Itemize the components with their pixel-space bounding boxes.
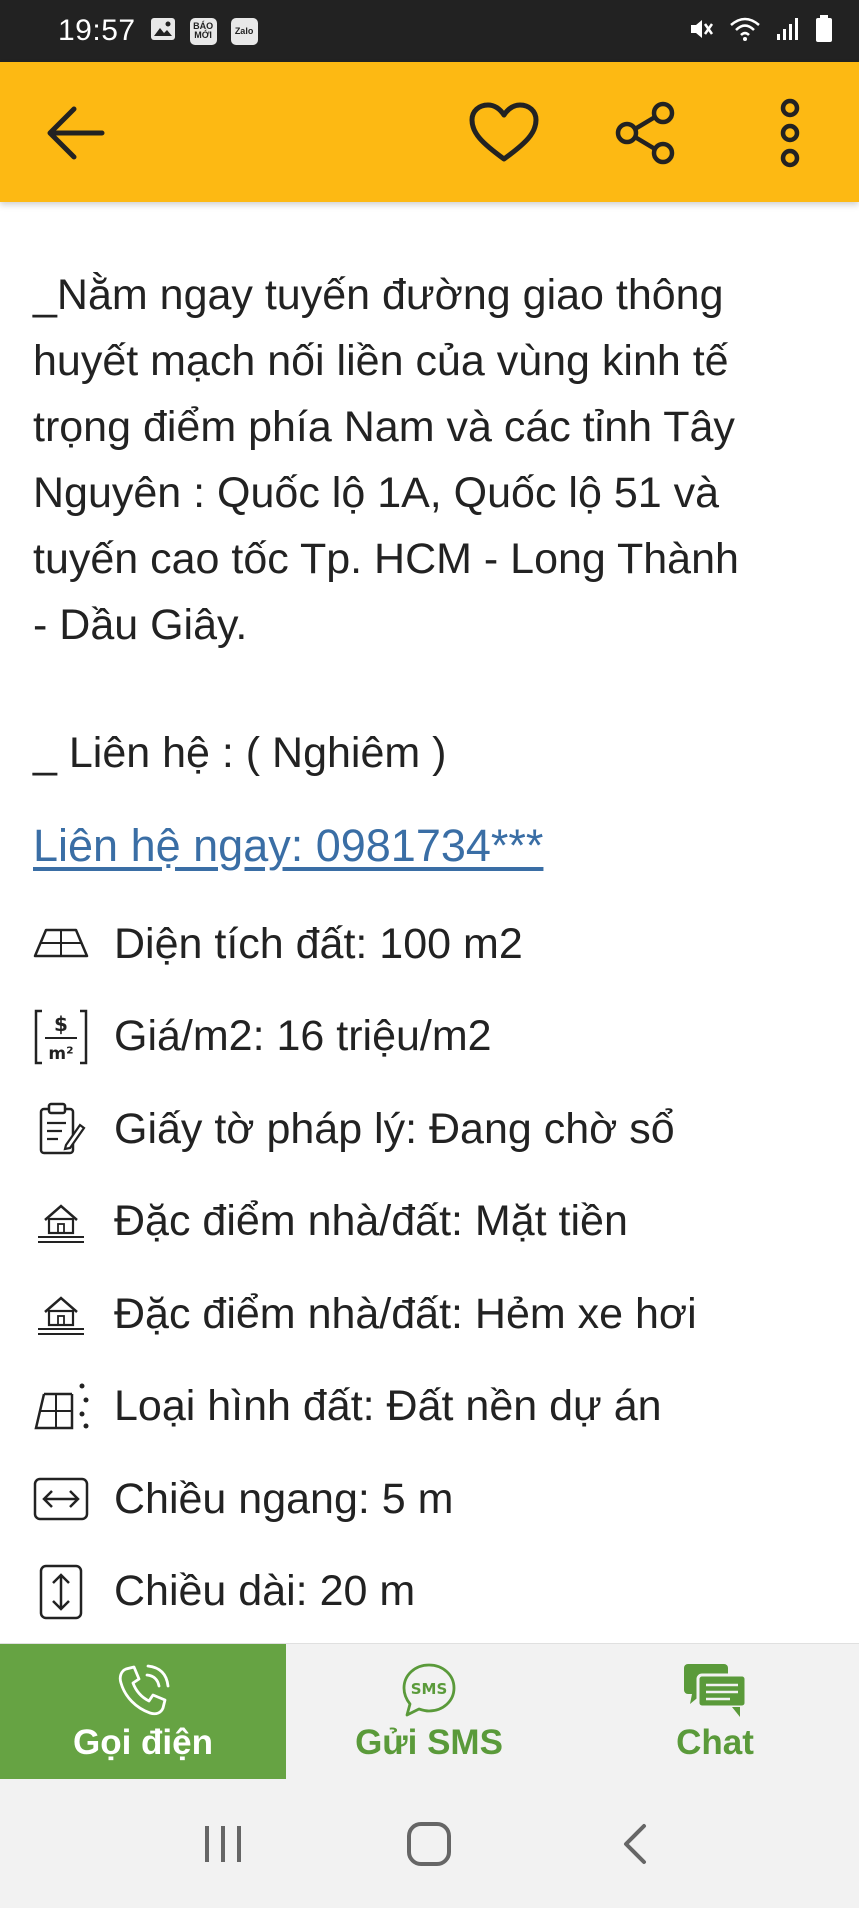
land-area-icon [30, 913, 92, 975]
call-label: Gọi điện [73, 1722, 213, 1762]
favorite-button[interactable] [466, 95, 542, 171]
recent-apps-button[interactable] [183, 1804, 263, 1884]
system-nav-bar [0, 1779, 859, 1908]
attribute-text: Loại hình đất: Đất nền dự án [114, 1382, 662, 1431]
attribute-row: Giấy tờ pháp lý: Đang chờ sổ [30, 1083, 830, 1176]
attribute-row: Loại hình đất: Đất nền dự án [30, 1361, 830, 1454]
back-button[interactable] [38, 95, 114, 171]
chat-label: Chat [676, 1722, 754, 1762]
attribute-text: Đặc điểm nhà/đất: Mặt tiền [114, 1197, 628, 1246]
back-icon [623, 1823, 646, 1864]
listing-content: _Nằm ngay tuyến đường giao thông huyết m… [33, 262, 833, 786]
svg-text:$: $ [54, 1012, 68, 1036]
attribute-text: Giá/m2: 16 triệu/m2 [114, 1012, 492, 1061]
phone-icon [118, 1664, 170, 1715]
house-icon [30, 1191, 92, 1253]
more-options-button[interactable] [752, 95, 828, 171]
attribute-text: Đặc điểm nhà/đất: Hẻm xe hơi [114, 1289, 697, 1338]
svg-text:m²: m² [48, 1044, 73, 1064]
share-icon [615, 101, 675, 165]
zalo-badge: Zalo [230, 17, 258, 45]
price-per-m2-icon: $ m² [30, 1006, 92, 1068]
baomoi-badge: BÁO MỚI [189, 17, 217, 45]
attribute-row: Đặc điểm nhà/đất: Hẻm xe hơi [30, 1268, 830, 1361]
sms-label: Gửi SMS [355, 1722, 503, 1762]
home-icon [407, 1821, 452, 1866]
back-arrow-icon [47, 106, 105, 160]
attribute-row: $ m² Giá/m2: 16 triệu/m2 [30, 991, 830, 1084]
attribute-list: Diện tích đất: 100 m2 $ m² Giá/m2: 16 tri… [30, 898, 830, 1638]
call-now-link[interactable]: Liên hệ ngay: 0981734*** [33, 820, 543, 872]
recent-apps-icon [205, 1825, 242, 1862]
attribute-text: Chiều dài: 20 m [114, 1567, 416, 1616]
nav-back-button[interactable] [596, 1804, 676, 1884]
chat-icon [684, 1663, 748, 1717]
home-button[interactable] [389, 1804, 469, 1884]
attribute-row: Chiều ngang: 5 m [30, 1453, 830, 1546]
attribute-text: Chiều ngang: 5 m [114, 1474, 454, 1523]
contact-name: _ Liên hệ : ( Nghiêm ) [33, 729, 447, 777]
signal-icon [775, 16, 801, 47]
status-right [687, 14, 833, 48]
mute-icon [687, 15, 715, 48]
more-vert-icon [780, 98, 800, 168]
call-button[interactable]: Gọi điện [0, 1644, 286, 1779]
chat-button[interactable]: Chat [572, 1644, 858, 1779]
wifi-icon [729, 15, 761, 48]
attribute-text: Diện tích đất: 100 m2 [114, 919, 523, 968]
sms-icon: SMS [402, 1663, 456, 1716]
share-button[interactable] [608, 95, 684, 171]
image-icon [150, 17, 176, 46]
battery-icon [815, 14, 833, 48]
contact-action-bar: Gọi điện SMS Gửi SMS Chat [0, 1643, 859, 1779]
status-time: 19:57 [58, 14, 136, 47]
document-icon [30, 1098, 92, 1160]
length-icon [30, 1561, 92, 1623]
attribute-row: Chiều dài: 20 m [30, 1546, 830, 1639]
status-bar: 19:57 BÁO MỚI Zalo [0, 0, 859, 62]
status-left: 19:57 BÁO MỚI Zalo [58, 14, 258, 48]
attribute-row: Diện tích đất: 100 m2 [30, 898, 830, 991]
width-icon [30, 1468, 92, 1530]
sms-button[interactable]: SMS Gửi SMS [286, 1644, 572, 1779]
heart-icon [469, 102, 539, 162]
house-icon [30, 1283, 92, 1345]
land-type-icon [30, 1376, 92, 1438]
attribute-text: Giấy tờ pháp lý: Đang chờ sổ [114, 1104, 675, 1153]
listing-description: _Nằm ngay tuyến đường giao thông huyết m… [33, 271, 739, 649]
app-bar [0, 62, 859, 202]
attribute-row: Đặc điểm nhà/đất: Mặt tiền [30, 1176, 830, 1269]
sms-icon-text: SMS [411, 1680, 448, 1698]
